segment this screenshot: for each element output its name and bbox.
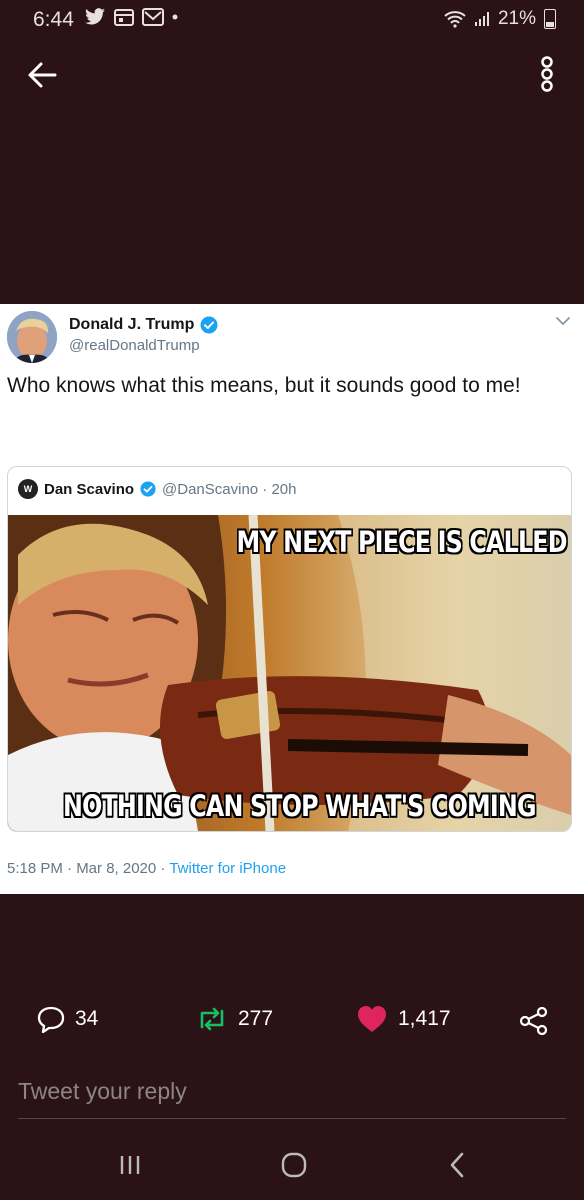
like-count: 1,417 (398, 1007, 451, 1030)
quoted-author-name: Dan Scavino (44, 480, 135, 498)
share-button[interactable] (519, 1007, 549, 1035)
reply-button[interactable]: 34 (37, 1005, 98, 1033)
calendar-icon (114, 9, 134, 26)
quoted-author-avatar: W (18, 479, 38, 499)
share-icon (519, 1007, 548, 1035)
reply-icon (37, 1006, 65, 1033)
retweet-count: 277 (238, 1007, 274, 1030)
gmail-icon (142, 8, 164, 26)
signal-icon (474, 12, 489, 26)
meme-illustration (8, 514, 571, 831)
meme-image[interactable]: MY NEXT PIECE IS CALLED NOTHING CAN STOP… (8, 514, 571, 831)
meme-top-caption: MY NEXT PIECE IS CALLED (236, 525, 568, 559)
quoted-author-meta: @DanScavino · 20h (162, 480, 297, 498)
home-icon[interactable] (280, 1152, 308, 1178)
top-nav (0, 50, 584, 100)
back-icon[interactable] (448, 1152, 466, 1178)
reply-count: 34 (75, 1007, 99, 1030)
heart-icon (358, 1006, 386, 1032)
author-name-text: Donald J. Trump (69, 316, 195, 333)
tweet-actions: 34 277 1,417 (0, 1005, 584, 1045)
tweet-text: Who knows what this means, but it sounds… (7, 374, 521, 397)
meme-bottom-caption: NOTHING CAN STOP WHAT'S COMING (63, 789, 537, 823)
tweet-timestamp: 5:18 PM · Mar 8, 2020 · Twitter for iPho… (7, 860, 286, 877)
system-nav-bar (0, 1140, 584, 1190)
reply-input[interactable]: Tweet your reply (18, 1070, 566, 1119)
status-right: 21% (444, 8, 556, 30)
retweet-icon (200, 1007, 224, 1031)
status-bar: 6:44 21% (0, 0, 584, 40)
retweet-button[interactable]: 277 (196, 1005, 273, 1033)
verified-badge-icon (200, 316, 218, 334)
wifi-icon (444, 11, 466, 28)
timestamp-text: 5:18 PM · Mar 8, 2020 · (7, 860, 170, 877)
verified-badge-icon (140, 481, 156, 497)
like-button[interactable]: 1,417 (356, 1005, 451, 1033)
notification-icons (84, 8, 178, 26)
dot-icon (172, 14, 178, 20)
avatar[interactable] (7, 311, 57, 363)
status-time: 6:44 (33, 8, 74, 31)
battery-icon (544, 9, 556, 29)
author-name[interactable]: Donald J. Trump (69, 316, 218, 334)
chevron-down-icon[interactable] (556, 316, 570, 326)
recent-apps-icon[interactable] (118, 1154, 142, 1176)
twitter-icon (85, 8, 105, 25)
battery-percent: 21% (497, 8, 536, 29)
author-handle[interactable]: @realDonaldTrump (69, 337, 200, 354)
more-options-icon[interactable] (540, 56, 554, 92)
quoted-tweet-header: W Dan Scavino @DanScavino · 20h (18, 479, 297, 499)
tweet-source-link[interactable]: Twitter for iPhone (169, 860, 286, 877)
tweet-card[interactable]: Donald J. Trump @realDonaldTrump Who kno… (0, 304, 584, 894)
quoted-tweet[interactable]: W Dan Scavino @DanScavino · 20h MY NEXT … (7, 466, 572, 832)
back-arrow-icon[interactable] (25, 60, 59, 90)
reply-placeholder: Tweet your reply (18, 1078, 187, 1104)
